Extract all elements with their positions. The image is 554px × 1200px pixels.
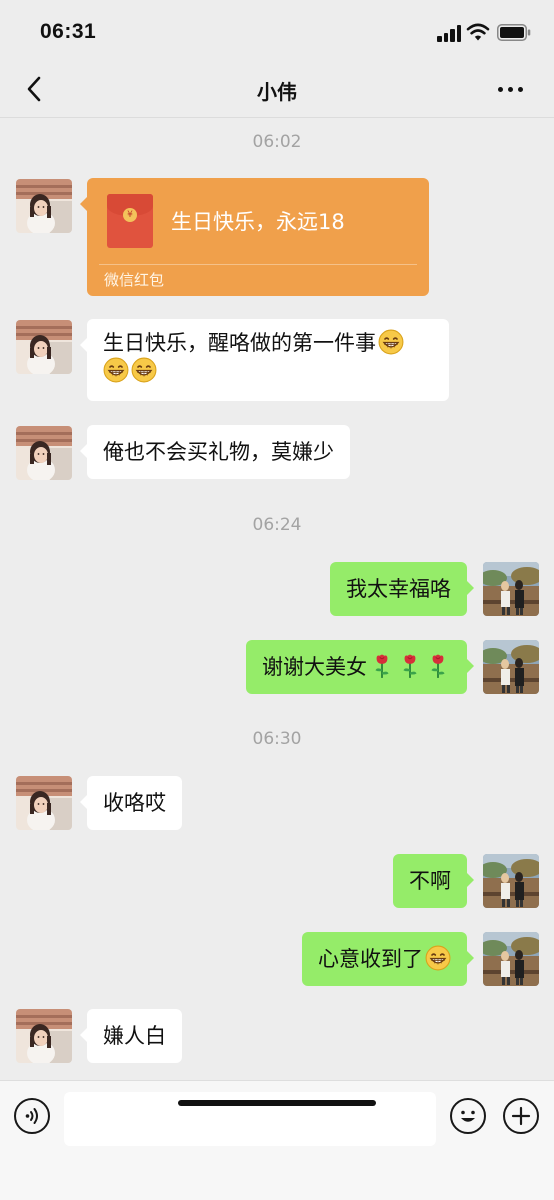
outgoing-message[interactable]: 谢谢大美女 — [246, 640, 474, 694]
contact-avatar[interactable] — [16, 179, 72, 233]
incoming-message[interactable]: 收咯哎 — [80, 776, 182, 830]
my-avatar[interactable] — [483, 854, 539, 908]
message-text: 我太幸福咯 — [346, 577, 451, 601]
outgoing-message[interactable]: 心意收到了 — [302, 932, 474, 986]
chat-title: 小伟 — [257, 80, 297, 104]
my-avatar[interactable] — [483, 562, 539, 616]
divider — [99, 264, 417, 265]
rose-emoji-icon — [425, 653, 451, 679]
home-indicator — [178, 1100, 376, 1106]
voice-input-icon[interactable] — [14, 1098, 50, 1134]
status-time: 06:31 — [40, 20, 97, 43]
red-packet-label: 微信红包 — [104, 271, 165, 289]
incoming-message[interactable]: 俺也不会买礼物，莫嫌少 — [80, 425, 350, 479]
input-bar — [0, 1080, 554, 1200]
more-options-icon[interactable] — [496, 78, 526, 100]
contact-avatar[interactable] — [16, 1009, 72, 1063]
message-text: 俺也不会买礼物，莫嫌少 — [103, 440, 334, 464]
red-packet-message[interactable]: ¥ 生日快乐，永远18 微信红包 — [80, 178, 429, 296]
grin-emoji-icon — [425, 945, 451, 971]
rose-emoji-icon — [369, 653, 395, 679]
grin-emoji-icon — [131, 357, 157, 383]
chat-header: 小伟 — [0, 60, 554, 118]
emoji-picker-icon[interactable] — [450, 1098, 486, 1134]
plus-icon[interactable] — [503, 1098, 539, 1134]
incoming-message[interactable]: 嫌人白 — [80, 1009, 182, 1063]
timestamp: 06:02 — [252, 132, 302, 152]
status-bar: 06:31 — [0, 0, 554, 60]
red-envelope-icon: ¥ — [107, 194, 153, 248]
contact-avatar[interactable] — [16, 320, 72, 374]
my-avatar[interactable] — [483, 932, 539, 986]
grin-emoji-icon — [103, 357, 129, 383]
contact-avatar[interactable] — [16, 776, 72, 830]
red-packet-greeting: 生日快乐，永远18 — [171, 210, 345, 234]
my-avatar[interactable] — [483, 640, 539, 694]
timestamp: 06:24 — [252, 515, 302, 535]
cellular-signal-icon — [437, 24, 463, 42]
message-text: 收咯哎 — [103, 791, 166, 815]
contact-avatar[interactable] — [16, 426, 72, 480]
battery-icon — [497, 24, 531, 41]
wifi-icon — [466, 23, 490, 41]
rose-emoji-icon — [397, 653, 423, 679]
timestamp: 06:30 — [252, 729, 302, 749]
message-text: 心意收到了 — [318, 947, 423, 971]
outgoing-message[interactable]: 不啊 — [393, 854, 474, 908]
message-text: 不啊 — [409, 869, 451, 893]
message-text: 生日快乐，醒咯做的第一件事 — [103, 331, 376, 355]
message-text: 谢谢大美女 — [262, 655, 367, 679]
incoming-message[interactable]: 生日快乐，醒咯做的第一件事 — [80, 319, 449, 401]
grin-emoji-icon — [378, 329, 404, 355]
outgoing-message[interactable]: 我太幸福咯 — [330, 562, 474, 616]
message-text: 嫌人白 — [103, 1024, 166, 1048]
